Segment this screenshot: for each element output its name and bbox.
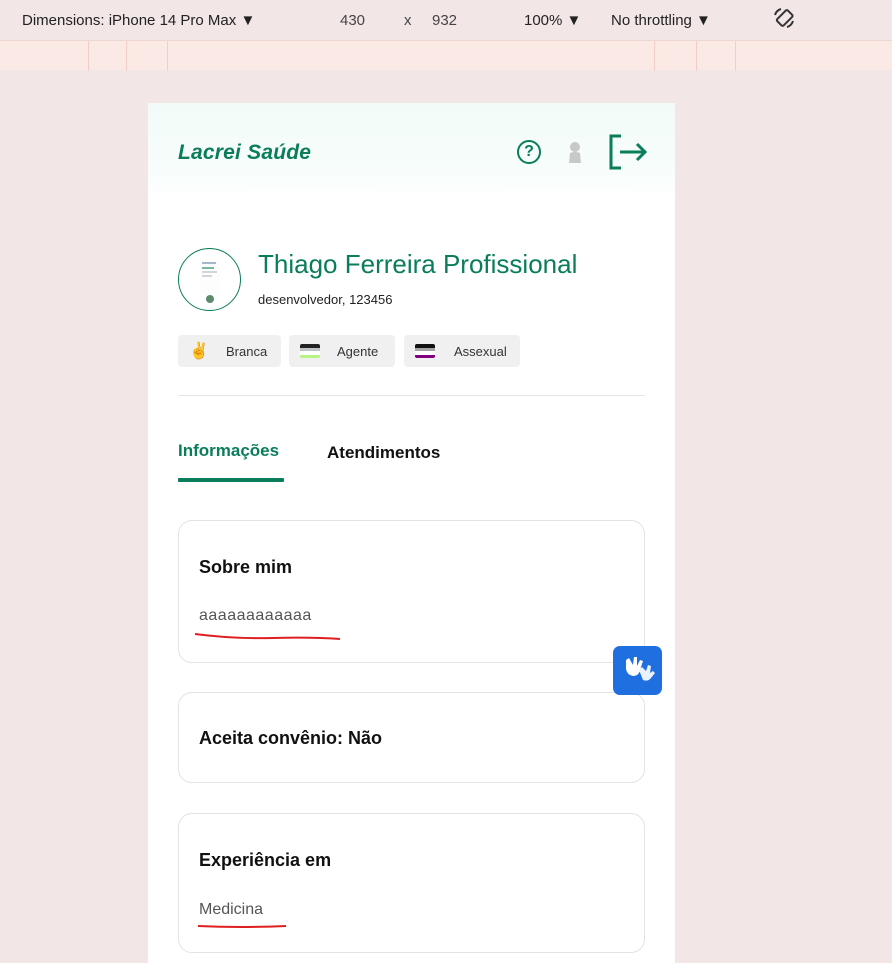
avatar (178, 248, 241, 311)
app-header: Lacrei Saúde ? (148, 103, 675, 198)
tab-atendimentos[interactable]: Atendimentos (327, 443, 440, 463)
tag-orientation: Assexual (404, 335, 520, 367)
rotate-icon[interactable] (772, 6, 796, 34)
about-text: aaaaaaaaaaaa (199, 607, 312, 624)
about-title: Sobre mim (199, 557, 293, 577)
logout-icon[interactable] (607, 133, 649, 171)
user-icon[interactable] (565, 140, 585, 164)
tag-label: Assexual (454, 344, 507, 359)
vlibras-accessibility-button[interactable] (613, 646, 662, 695)
viewport-width-input[interactable]: 430 (340, 12, 365, 29)
viewport-height-input[interactable]: 932 (432, 12, 457, 29)
experience-text: Medicina (199, 901, 264, 918)
avatar-logo-icon (206, 295, 214, 303)
about-card: Sobre mim aaaaaaaaaaaa (178, 520, 645, 663)
experience-card: Experiência em Medicina (178, 813, 645, 953)
media-query-ruler (0, 40, 892, 71)
hand-icon: ✌ (189, 343, 209, 360)
red-underline-annotation (197, 925, 287, 928)
tag-label: Agente (337, 344, 379, 359)
profile-name: Thiago Ferreira Profissional (258, 249, 578, 279)
experience-title: Experiência em (199, 850, 332, 870)
dimension-separator: x (404, 12, 412, 29)
insurance-title: Aceita convênio: Não (199, 728, 383, 748)
device-viewport: Lacrei Saúde ? Thiago Ferreira Profissio… (148, 103, 675, 963)
profile-subtitle: desenvolvedor, 123456 (258, 292, 393, 307)
device-dimensions-select[interactable]: Dimensions: iPhone 14 Pro Max ▼ (22, 12, 255, 29)
tag-label: Branca (226, 344, 268, 359)
brand-logo[interactable]: Lacrei Saúde (178, 141, 311, 165)
devtools-device-toolbar: Dimensions: iPhone 14 Pro Max ▼ 430 x 93… (0, 0, 892, 38)
zoom-select[interactable]: 100% ▼ (524, 12, 581, 29)
avatar-document-thumbnail (200, 258, 220, 294)
vlibras-hands-icon (626, 657, 655, 681)
agender-flag-icon (300, 344, 320, 358)
tag-gender: Agente (289, 335, 395, 367)
red-underline-annotation (194, 633, 341, 640)
active-tab-indicator (178, 478, 284, 482)
asexual-flag-icon (415, 344, 435, 358)
tab-informacoes[interactable]: Informações (178, 441, 279, 461)
tag-race: ✌ Branca (178, 335, 281, 367)
insurance-card: Aceita convênio: Não (178, 692, 645, 783)
divider (178, 395, 645, 396)
throttling-select[interactable]: No throttling ▼ (611, 12, 711, 29)
help-icon[interactable]: ? (517, 140, 541, 164)
